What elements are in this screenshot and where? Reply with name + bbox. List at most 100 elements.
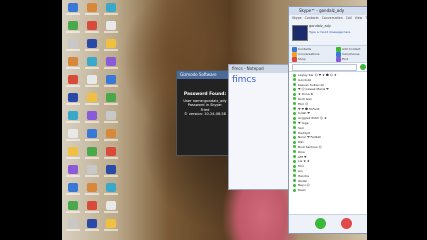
- desktop-shortcut-icon[interactable]: [66, 165, 80, 182]
- call-button[interactable]: [315, 218, 326, 229]
- desktop-shortcut-icon[interactable]: [66, 183, 80, 200]
- menu-item[interactable]: Skype: [292, 16, 302, 20]
- toolbar-icon: [336, 57, 341, 62]
- desktop-shortcut-icon[interactable]: [85, 57, 99, 74]
- online-status-icon: [293, 131, 296, 135]
- contact-name: ❤ ❤ ☻ M.Fadli: [298, 106, 320, 111]
- password-heading: Password Found:: [183, 92, 227, 97]
- contact-name: Kasuan Sultan Ali: [298, 82, 325, 87]
- online-status-icon: [293, 111, 296, 115]
- password-window[interactable]: Gizmodo Software Password Found: User na…: [176, 70, 234, 156]
- desktop-shortcut-icon[interactable]: [104, 183, 118, 200]
- contact-name: ★ Dona ★: [298, 92, 314, 97]
- skype-toolbar: Contacts Add Contact Conversations Call pho…: [289, 46, 367, 63]
- right-letterbox: [367, 0, 427, 240]
- desktop-shortcut-icon[interactable]: [85, 39, 99, 56]
- desktop-shortcut-icon[interactable]: [85, 165, 99, 182]
- contact-name: Budi Santoso ☺: [298, 144, 322, 149]
- desktop-shortcut-icon[interactable]: [66, 219, 80, 236]
- desktop-shortcut-icon[interactable]: [85, 201, 99, 218]
- profile-name[interactable]: gondalz_ady: [309, 24, 331, 28]
- notepad-window-title: fimcs - Notepad: [229, 65, 289, 73]
- toolbar-icon: [292, 57, 297, 62]
- desktop-shortcut-icon[interactable]: [104, 93, 118, 110]
- contact-name: Bayu ☺: [298, 183, 310, 188]
- desktop-shortcut-icon[interactable]: [85, 183, 99, 200]
- menu-item[interactable]: View: [355, 16, 363, 20]
- online-status-icon: [293, 126, 296, 130]
- desktop-shortcut-icon[interactable]: [104, 3, 118, 20]
- contact-name: Lia ★ ★: [298, 159, 310, 164]
- contact-name: Afif ❤: [298, 154, 307, 159]
- desktop-shortcut-icon[interactable]: [85, 129, 99, 146]
- desktop-shortcut-icon[interactable]: [66, 57, 80, 74]
- desktop-shortcut-icon[interactable]: [85, 75, 99, 92]
- list-item[interactable]: Dewi: [289, 188, 367, 193]
- online-status-icon: [293, 140, 296, 144]
- desktop-shortcut-icon[interactable]: [66, 129, 80, 146]
- desktop-shortcut-icon[interactable]: [66, 75, 80, 92]
- desktop-shortcut-icon[interactable]: [85, 111, 99, 128]
- end-call-button[interactable]: [341, 218, 352, 229]
- desktop-shortcut-icon[interactable]: [66, 21, 80, 38]
- contact-name: ❤ Yoga: [298, 120, 309, 125]
- online-status-icon: [293, 83, 296, 87]
- add-icon[interactable]: [360, 64, 366, 70]
- menu-item[interactable]: Contacts: [305, 16, 319, 20]
- desktop-shortcut-icon[interactable]: [85, 21, 99, 38]
- notepad-text[interactable]: fimcs: [232, 75, 256, 85]
- desktop-shortcut-icon[interactable]: [104, 129, 118, 146]
- profile-panel: gondalz_ady Type a mood message here: [289, 21, 367, 46]
- contact-name: Gondoliz: [298, 77, 312, 82]
- desktop-shortcut-icon[interactable]: [66, 93, 80, 110]
- online-status-icon: [293, 92, 296, 96]
- contact-name: Toni: [298, 164, 304, 169]
- desktop-shortcut-icon[interactable]: [104, 57, 118, 74]
- menu-item[interactable]: Call: [346, 16, 352, 20]
- contact-name: Deddy.K: [298, 130, 311, 135]
- desktop-shortcut-icon[interactable]: [66, 3, 80, 20]
- desktop-shortcut-icon[interactable]: [104, 39, 118, 56]
- contact-name: Ani: [298, 168, 303, 173]
- desktop-shortcut-icon[interactable]: [85, 93, 99, 110]
- desktop-shortcut-icon[interactable]: [104, 219, 118, 236]
- password-window-body: Password Found: User name:gondalz_ady Pa…: [177, 79, 233, 117]
- online-status-icon: [293, 116, 296, 120]
- desktop-icons: [62, 0, 142, 240]
- online-status-icon: [293, 155, 296, 159]
- desktop-shortcut-icon[interactable]: [85, 3, 99, 20]
- online-status-icon: [293, 107, 296, 111]
- online-status-icon: [293, 73, 296, 77]
- desktop-shortcut-icon[interactable]: [66, 201, 80, 218]
- contact-name: ❤ ☺ Cewek Manis ❤: [298, 87, 329, 92]
- desktop-shortcut-icon[interactable]: [85, 219, 99, 236]
- notepad-window[interactable]: fimcs - Notepad fimcs: [228, 64, 290, 190]
- menu-item[interactable]: Conversation: [322, 16, 343, 20]
- search-input[interactable]: [292, 64, 357, 71]
- desktop-shortcut-icon[interactable]: [104, 165, 118, 182]
- mood-message[interactable]: Type a mood message here: [309, 30, 350, 34]
- contact-name: Leyley Kar ☺ ❤ ★ ☻ ☺ ★: [298, 73, 337, 77]
- toolbar-button[interactable]: Find: [336, 57, 348, 62]
- desktop-shortcut-icon[interactable]: [104, 75, 118, 92]
- desktop-shortcut-icon[interactable]: [104, 201, 118, 218]
- contact-name: Hendra: [298, 173, 309, 178]
- toolbar-button[interactable]: Shop: [292, 57, 306, 62]
- desktop-shortcut-icon[interactable]: [104, 111, 118, 128]
- toolbar-label: Find: [342, 57, 349, 61]
- desktop-shortcut-icon[interactable]: [66, 147, 80, 164]
- desktop-shortcut-icon[interactable]: [85, 147, 99, 164]
- contact-name: Anggrek Putih ☺ ★: [298, 116, 327, 121]
- online-status-icon: [293, 87, 296, 91]
- left-letterbox: [0, 0, 62, 240]
- desktop-shortcut-icon[interactable]: [66, 39, 80, 56]
- desktop-shortcut-icon[interactable]: [104, 21, 118, 38]
- contact-name: Indah ❤: [298, 111, 310, 116]
- desktop-shortcut-icon[interactable]: [104, 147, 118, 164]
- toolbar-label: Shop: [298, 57, 306, 61]
- desktop-shortcut-icon[interactable]: [66, 111, 80, 128]
- skype-window[interactable]: Skype™ - gondalz_ady Skype Contacts Conver…: [288, 6, 367, 234]
- avatar[interactable]: [292, 25, 308, 41]
- online-status-icon: [293, 78, 296, 82]
- online-status-icon: [293, 183, 296, 187]
